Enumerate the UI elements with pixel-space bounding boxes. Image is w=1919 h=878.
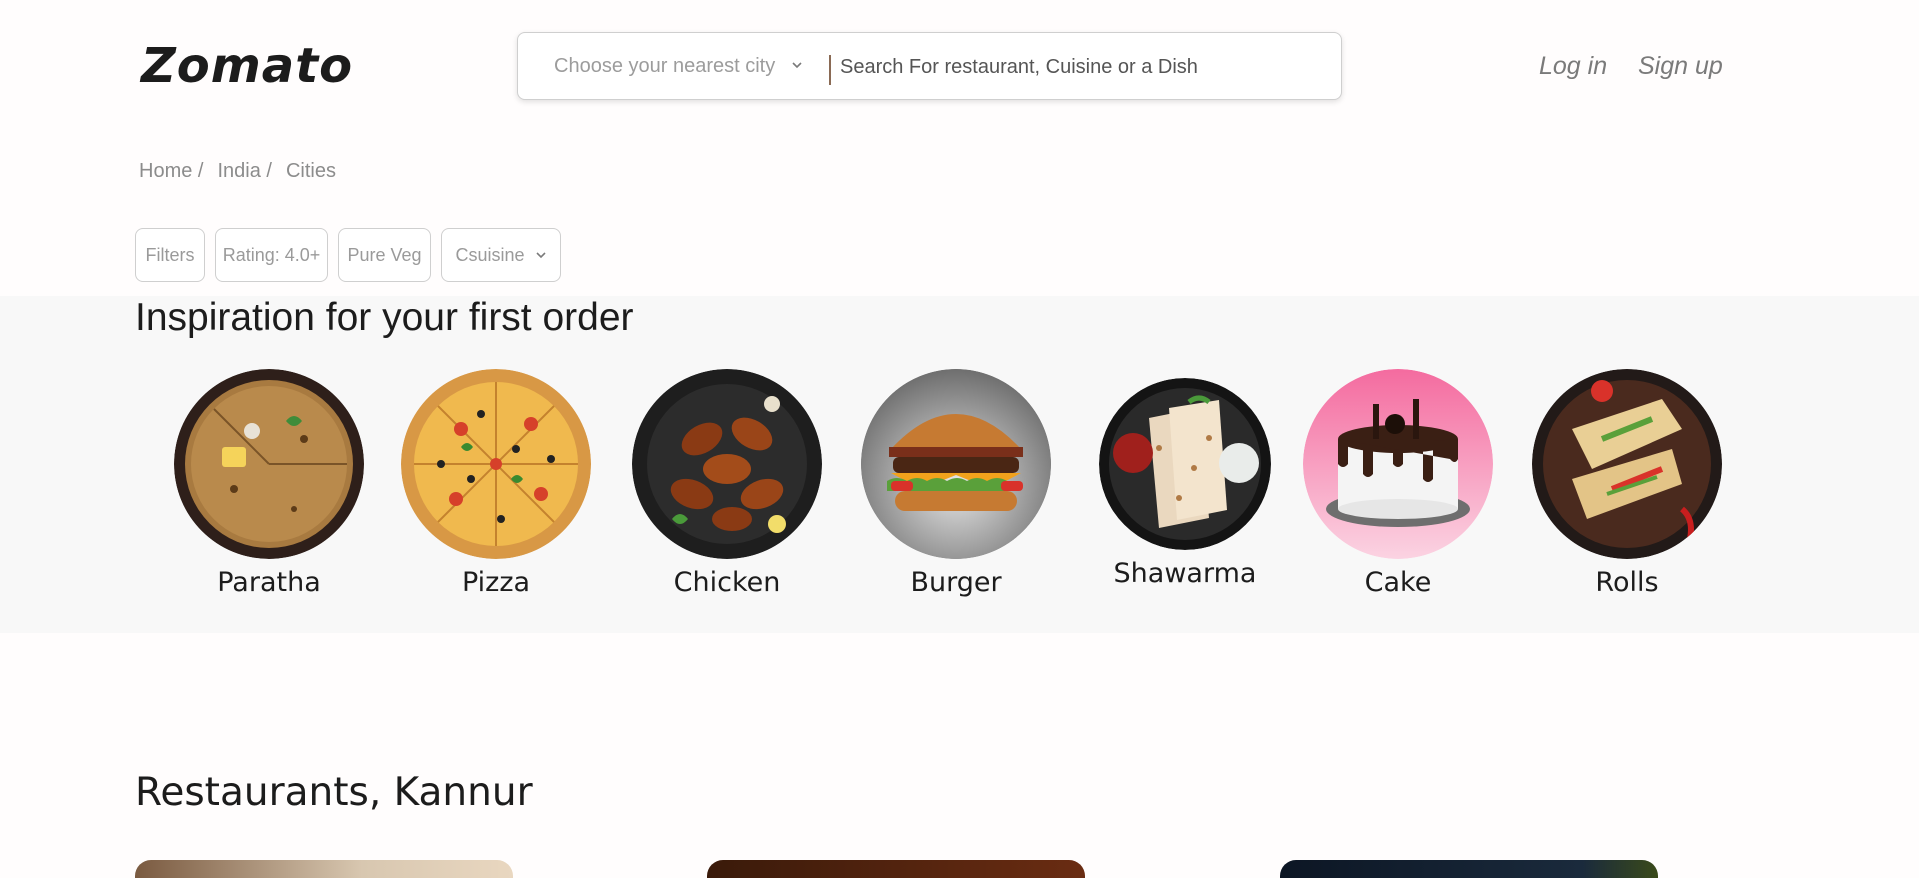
logo[interactable]: Zomato [141, 38, 353, 94]
breadcrumb-cities[interactable]: Cities [286, 160, 336, 183]
chicken-image [632, 369, 822, 559]
pure-veg-filter-button[interactable]: Pure Veg [338, 228, 431, 282]
pure-veg-filter-label: Pure Veg [347, 244, 422, 265]
restaurant-card-image[interactable] [707, 860, 1085, 878]
city-select[interactable]: Choose your nearest city [554, 33, 784, 99]
food-item-burger[interactable]: Burger [861, 369, 1051, 598]
paratha-image [174, 369, 364, 559]
chevron-down-icon [535, 252, 546, 259]
food-item-chicken[interactable]: Chicken [632, 369, 822, 598]
food-label: Chicken [673, 567, 781, 598]
search-bar: Choose your nearest city [517, 32, 1342, 100]
city-select-value: Choose your nearest city [554, 54, 776, 77]
cuisine-filter-label: Csuisine [455, 244, 525, 265]
pizza-image [401, 369, 591, 559]
food-label: Paratha [217, 567, 321, 598]
cake-image [1303, 369, 1493, 559]
filters-label: Filters [145, 244, 195, 265]
food-item-rolls[interactable]: Rolls [1532, 369, 1722, 598]
food-item-pizza[interactable]: Pizza [401, 369, 591, 598]
restaurant-card-image[interactable] [135, 860, 513, 878]
shawarma-image [1099, 378, 1271, 550]
burger-image [861, 369, 1051, 559]
rolls-image [1532, 369, 1722, 559]
rating-filter-button[interactable]: Rating: 4.0+ [215, 228, 328, 282]
inspiration-title: Inspiration for your first order [135, 296, 634, 339]
chevron-down-icon[interactable] [791, 59, 803, 71]
breadcrumb-india[interactable]: India / [217, 160, 271, 183]
breadcrumb: Home / India / Cities [139, 160, 336, 183]
restaurants-title: Restaurants, Kannur [135, 770, 533, 815]
filter-bar: Filters Rating: 4.0+ Pure Veg Csuisine [135, 228, 561, 282]
food-item-cake[interactable]: Cake [1303, 369, 1493, 598]
search-input[interactable] [840, 47, 1320, 87]
food-label: Pizza [461, 567, 531, 598]
search-divider [829, 55, 831, 85]
food-label: Cake [1364, 567, 1432, 598]
rating-filter-label: Rating: 4.0+ [222, 244, 321, 265]
food-item-shawarma[interactable]: Shawarma [1090, 369, 1280, 589]
food-label: Rolls [1595, 567, 1659, 598]
food-item-paratha[interactable]: Paratha [174, 369, 364, 598]
login-link[interactable]: Log in [1539, 52, 1607, 81]
signup-link[interactable]: Sign up [1638, 52, 1723, 81]
inspiration-section: Inspiration for your first order Paratha [0, 296, 1919, 633]
top-header: Zomato Choose your nearest city Log in S… [0, 0, 1919, 130]
filters-button[interactable]: Filters [135, 228, 205, 282]
breadcrumb-home[interactable]: Home / [139, 160, 203, 183]
food-label: Shawarma [1113, 558, 1257, 589]
restaurant-card-image[interactable] [1280, 860, 1658, 878]
cuisine-filter-select[interactable]: Csuisine [441, 228, 561, 282]
food-label: Burger [910, 567, 1002, 598]
